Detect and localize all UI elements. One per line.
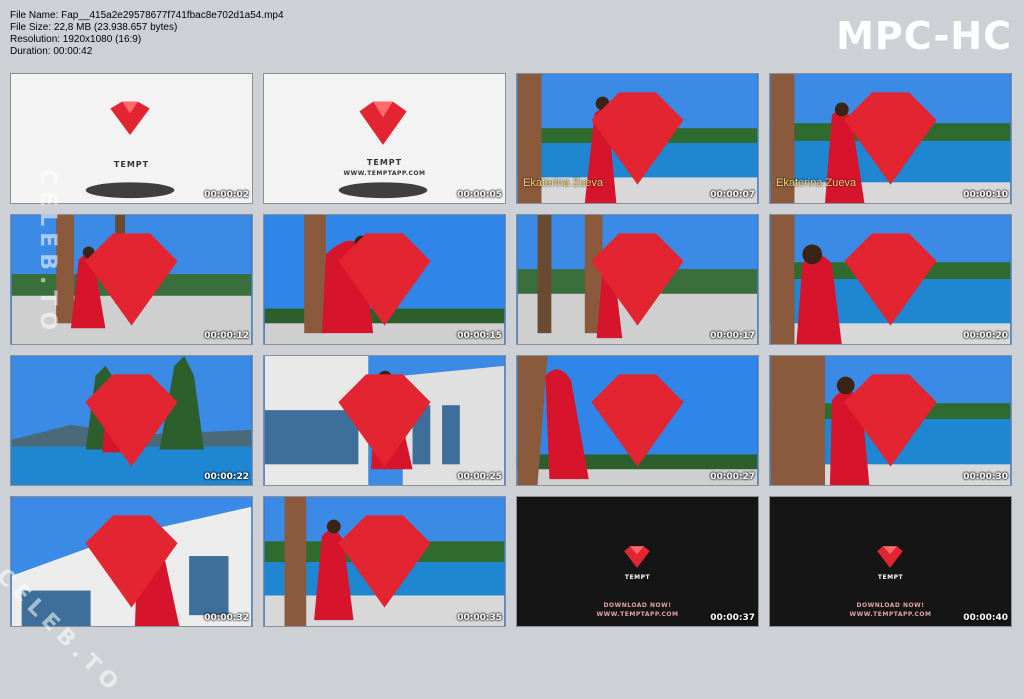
watermark-left: CELEB.TO	[35, 168, 61, 337]
tempt-icon	[591, 92, 684, 185]
timestamp: 00:00:37	[710, 613, 755, 623]
logo-name: TEMPT	[113, 160, 150, 169]
tempt-icon	[844, 92, 937, 185]
timestamp: 00:00:10	[963, 190, 1008, 200]
timestamp: 00:00:17	[710, 331, 755, 341]
thumbnail-9[interactable]: 00:00:22	[10, 355, 253, 486]
timestamp: 00:00:32	[204, 613, 249, 623]
timestamp: 00:00:35	[457, 613, 502, 623]
timestamp: 00:00:30	[963, 472, 1008, 482]
thumbnail-3[interactable]: Ekaterina Zueva 00:00:07	[516, 73, 759, 204]
thumbnail-12[interactable]: 00:00:30	[769, 355, 1012, 486]
tempt-icon	[338, 233, 431, 326]
file-info: File Name: Fap__415a2e29578677f741fbac8e…	[10, 10, 284, 58]
tempt-icon	[591, 374, 684, 467]
thumbnail-14[interactable]: 00:00:35	[263, 496, 506, 627]
tempt-icon	[844, 374, 937, 467]
timestamp: 00:00:25	[457, 472, 502, 482]
thumbnail-15[interactable]: TEMPT DOWNLOAD NOW! WWW.TEMPTAPP.COM 00:…	[516, 496, 759, 627]
thumbnail-6[interactable]: 00:00:15	[263, 214, 506, 345]
logo-url: WWW.TEMPTAPP.COM	[343, 170, 426, 177]
download-text: DOWNLOAD NOW!	[603, 602, 672, 609]
thumbnail-grid: TEMPT 00:00:02 TEMPT WWW.TEMPTAPP.COM 00…	[10, 73, 1012, 627]
timestamp: 00:00:20	[963, 331, 1008, 341]
thumbnail-8[interactable]: 00:00:20	[769, 214, 1012, 345]
logo-name: TEMPT	[366, 158, 403, 167]
timestamp: 00:00:22	[204, 472, 249, 482]
file-name: File Name: Fap__415a2e29578677f741fbac8e…	[10, 10, 284, 21]
tempt-icon	[338, 374, 431, 467]
thumbnail-2[interactable]: TEMPT WWW.TEMPTAPP.COM 00:00:05	[263, 73, 506, 204]
download-text: DOWNLOAD NOW!	[856, 602, 925, 609]
thumbnail-16[interactable]: TEMPT DOWNLOAD NOW! WWW.TEMPTAPP.COM 00:…	[769, 496, 1012, 627]
timestamp: 00:00:05	[457, 190, 502, 200]
logo-frame	[338, 101, 428, 199]
tempt-icon	[591, 233, 684, 326]
logo-name: TEMPT	[624, 574, 651, 581]
timestamp: 00:00:12	[204, 331, 249, 341]
duration: Duration: 00:00:42	[10, 46, 93, 57]
thumbnail-11[interactable]: 00:00:27	[516, 355, 759, 486]
thumbnail-4[interactable]: Ekaterina Zueva 00:00:10	[769, 73, 1012, 204]
tempt-icon	[85, 374, 178, 467]
timestamp: 00:00:27	[710, 472, 755, 482]
brand-logo: MPC-HC	[836, 14, 1012, 58]
timestamp: 00:00:15	[457, 331, 502, 341]
timestamp: 00:00:07	[710, 190, 755, 200]
tempt-icon	[844, 233, 937, 326]
logo-name: TEMPT	[877, 574, 904, 581]
tempt-icon	[338, 515, 431, 608]
file-size: File Size: 22,8 MB (23.938.657 bytes)	[10, 22, 178, 33]
timestamp: 00:00:40	[963, 613, 1008, 623]
timestamp: 00:00:02	[204, 190, 249, 200]
thumbnail-10[interactable]: 00:00:25	[263, 355, 506, 486]
thumbnail-7[interactable]: 00:00:17	[516, 214, 759, 345]
resolution: Resolution: 1920x1080 (16:9)	[10, 34, 142, 45]
